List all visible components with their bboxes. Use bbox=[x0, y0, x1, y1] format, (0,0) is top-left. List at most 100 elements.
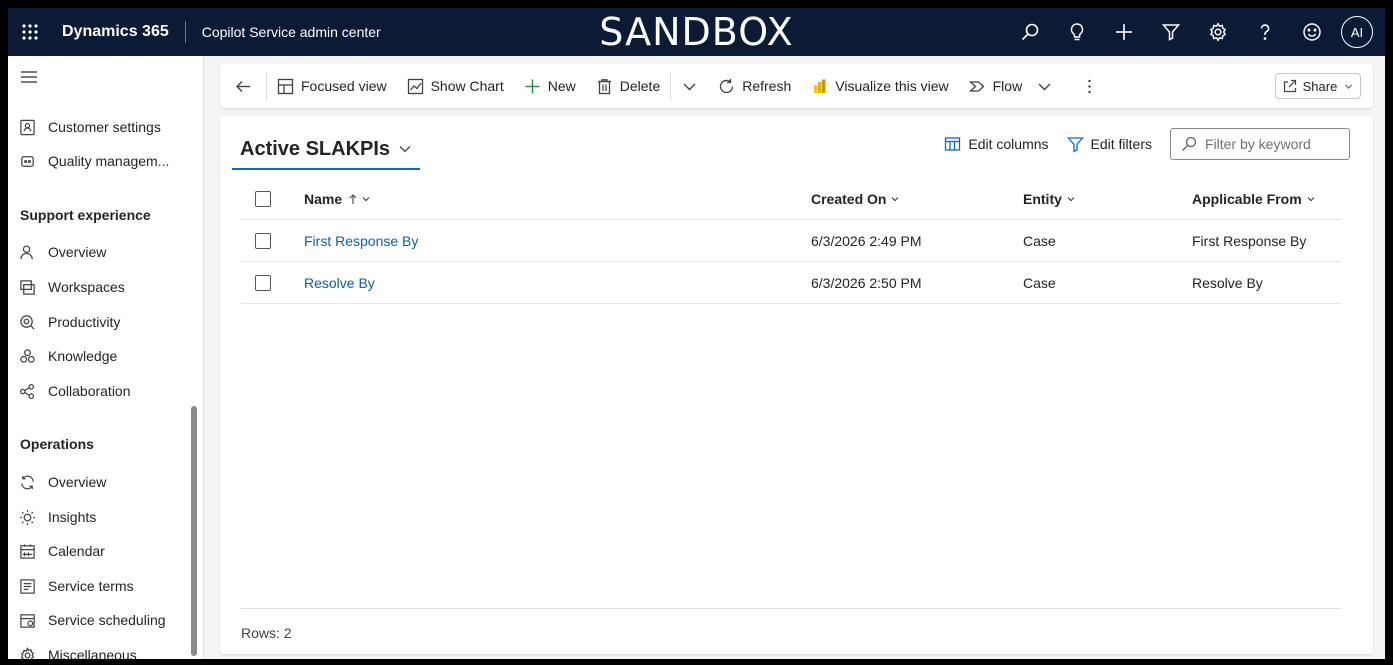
brand-name[interactable]: Dynamics 365 bbox=[52, 23, 185, 41]
lightbulb-icon bbox=[18, 508, 36, 526]
share-button[interactable]: Share bbox=[1275, 73, 1361, 99]
sidebar-item-miscellaneous[interactable]: Miscellaneous bbox=[8, 638, 198, 659]
chevron-down-icon bbox=[1038, 83, 1051, 90]
filter-keyword-input[interactable] bbox=[1205, 136, 1345, 152]
select-all-checkbox[interactable] bbox=[255, 191, 271, 207]
delete-label: Delete bbox=[619, 78, 661, 94]
sidebar-item-label: Service terms bbox=[48, 578, 134, 594]
sidebar-item-label: Knowledge bbox=[48, 348, 118, 364]
visualize-label: Visualize this view bbox=[835, 78, 949, 94]
column-label: Name bbox=[304, 191, 343, 207]
app-name[interactable]: Copilot Service admin center bbox=[186, 24, 381, 40]
applicable-from-cell: Resolve By bbox=[1192, 275, 1263, 291]
document-icon bbox=[18, 577, 36, 595]
column-header-name[interactable]: Name bbox=[304, 178, 371, 220]
filter-icon[interactable] bbox=[1147, 8, 1194, 56]
more-vertical-icon bbox=[1088, 79, 1091, 93]
table-row[interactable]: First Response By 6/3/2026 2:49 PM Case … bbox=[241, 220, 1341, 262]
refresh-label: Refresh bbox=[742, 78, 792, 94]
column-label: Entity bbox=[1023, 191, 1062, 207]
sidebar-item-productivity[interactable]: Productivity bbox=[8, 305, 198, 339]
sidebar-scrollbar[interactable] bbox=[191, 406, 197, 656]
grid-header-row: Name Created On Entity Applicable From bbox=[241, 178, 1341, 220]
sidebar-item-label: Miscellaneous bbox=[48, 647, 137, 659]
grid-footer: Rows: 2 bbox=[241, 608, 1341, 641]
avatar[interactable]: AI bbox=[1341, 16, 1373, 48]
applicable-from-cell: First Response By bbox=[1192, 233, 1307, 249]
flow-button[interactable]: Flow bbox=[959, 64, 1064, 108]
table-row[interactable]: Resolve By 6/3/2026 2:50 PM Case Resolve… bbox=[241, 262, 1341, 304]
person-icon bbox=[18, 243, 36, 261]
gear-icon[interactable] bbox=[1194, 8, 1241, 56]
sidebar-item-calendar[interactable]: Calendar bbox=[8, 534, 198, 568]
edit-columns-button[interactable]: Edit columns bbox=[944, 136, 1049, 153]
focused-view-label: Focused view bbox=[301, 78, 387, 94]
sidebar-item-service-scheduling[interactable]: Service scheduling bbox=[8, 603, 198, 637]
collaboration-icon bbox=[18, 382, 36, 400]
sidebar: Customer settings Quality managem... Sup… bbox=[8, 56, 204, 659]
edit-filters-button[interactable]: Edit filters bbox=[1066, 136, 1152, 153]
overflow-menu-button[interactable] bbox=[1063, 64, 1116, 108]
section-header-support: Support experience bbox=[20, 207, 151, 223]
back-button[interactable] bbox=[220, 64, 266, 108]
delete-button[interactable]: Delete bbox=[586, 64, 670, 108]
sidebar-item-quality-management[interactable]: Quality managem... bbox=[8, 144, 198, 178]
feedback-smiley-icon[interactable] bbox=[1288, 8, 1335, 56]
power-bi-icon bbox=[814, 79, 826, 93]
sidebar-item-service-terms[interactable]: Service terms bbox=[8, 569, 198, 603]
workspaces-icon bbox=[18, 278, 36, 296]
records-grid: Name Created On Entity Applicable From F… bbox=[241, 178, 1341, 304]
refresh-icon bbox=[720, 78, 734, 93]
app-frame: Dynamics 365 Copilot Service admin cente… bbox=[8, 8, 1385, 659]
plus-icon[interactable] bbox=[1100, 8, 1147, 56]
sidebar-item-label: Workspaces bbox=[48, 279, 125, 295]
app-launcher-icon[interactable] bbox=[8, 8, 52, 56]
visualize-view-button[interactable]: Visualize this view bbox=[801, 64, 958, 108]
search-icon[interactable] bbox=[1006, 8, 1053, 56]
show-chart-button[interactable]: Show Chart bbox=[397, 64, 514, 108]
sidebar-item-label: Quality managem... bbox=[48, 153, 170, 169]
knowledge-icon bbox=[18, 347, 36, 365]
sidebar-item-workspaces[interactable]: Workspaces bbox=[8, 270, 198, 304]
help-icon[interactable] bbox=[1241, 8, 1288, 56]
refresh-button[interactable]: Refresh bbox=[708, 64, 801, 108]
column-header-applicable-from[interactable]: Applicable From bbox=[1192, 178, 1316, 220]
column-header-entity[interactable]: Entity bbox=[1023, 178, 1076, 220]
more-commands-dropdown[interactable] bbox=[671, 64, 708, 108]
row-checkbox[interactable] bbox=[255, 275, 271, 291]
sidebar-item-insights[interactable]: Insights bbox=[8, 500, 198, 534]
view-selector[interactable]: Active SLAKPIs bbox=[232, 130, 421, 170]
hamburger-menu-icon[interactable] bbox=[20, 70, 38, 84]
new-button[interactable]: New bbox=[514, 64, 586, 108]
flow-icon bbox=[968, 80, 985, 92]
created-on-cell: 6/3/2026 2:49 PM bbox=[811, 233, 922, 249]
edit-columns-icon bbox=[945, 136, 961, 151]
sidebar-item-label: Calendar bbox=[48, 543, 105, 559]
sidebar-item-support-overview[interactable]: Overview bbox=[8, 235, 198, 269]
sidebar-item-collaboration[interactable]: Collaboration bbox=[8, 374, 198, 408]
filter-icon bbox=[1066, 136, 1084, 153]
productivity-icon bbox=[18, 313, 36, 331]
focused-view-icon bbox=[277, 78, 294, 94]
calendar-icon bbox=[18, 542, 36, 560]
chevron-down-icon bbox=[399, 146, 411, 153]
sidebar-item-knowledge[interactable]: Knowledge bbox=[8, 339, 198, 373]
row-checkbox[interactable] bbox=[255, 233, 271, 249]
edit-columns-label: Edit columns bbox=[968, 136, 1049, 152]
sidebar-item-operations-overview[interactable]: Overview bbox=[8, 465, 198, 499]
gear-icon bbox=[18, 646, 36, 659]
flow-label: Flow bbox=[992, 78, 1023, 94]
sidebar-item-customer-settings[interactable]: Customer settings bbox=[8, 110, 198, 144]
sidebar-item-label: Overview bbox=[48, 474, 107, 490]
lightbulb-icon[interactable] bbox=[1053, 8, 1100, 56]
share-label: Share bbox=[1302, 78, 1338, 94]
sidebar-item-label: Insights bbox=[48, 509, 97, 525]
column-header-created-on[interactable]: Created On bbox=[811, 178, 900, 220]
plus-icon bbox=[525, 79, 540, 93]
record-name-link[interactable]: First Response By bbox=[304, 220, 418, 262]
sidebar-item-label: Customer settings bbox=[48, 119, 161, 135]
keyword-filter bbox=[1170, 128, 1350, 160]
record-name-link[interactable]: Resolve By bbox=[304, 262, 375, 304]
focused-view-button[interactable]: Focused view bbox=[267, 64, 397, 108]
row-count: Rows: 2 bbox=[241, 625, 292, 641]
